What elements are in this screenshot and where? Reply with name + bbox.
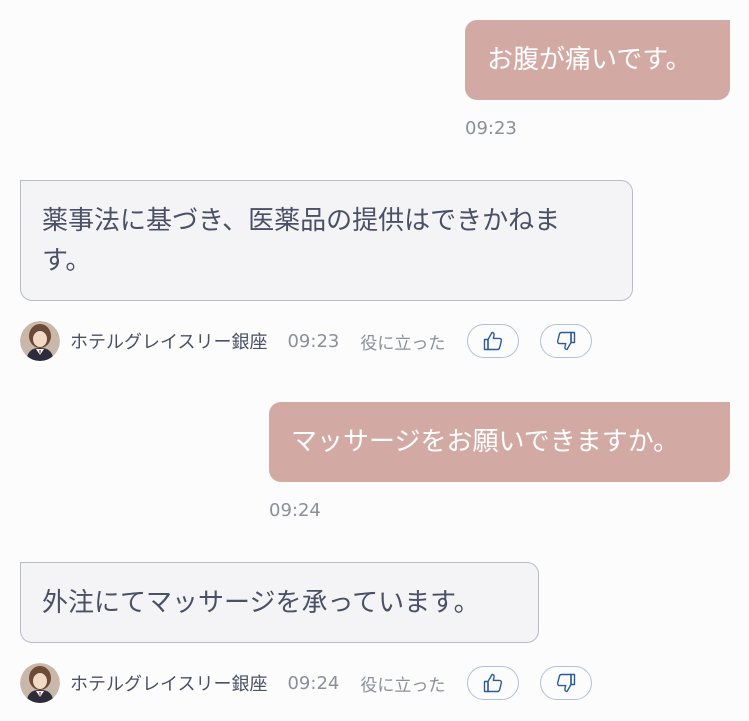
thumbs-up-icon	[484, 331, 503, 351]
user-message-bubble: マッサージをお願いできますか。	[269, 402, 730, 482]
sender-name: ホテルグレイスリー銀座	[70, 332, 268, 353]
thumbs-up-icon	[484, 673, 503, 693]
user-message-text: お腹が痛いです。	[487, 45, 692, 75]
avatar	[20, 663, 60, 703]
thumbs-down-icon	[557, 331, 576, 351]
bot-message-meta: ホテルグレイスリー銀座 09:24 役に立った	[20, 663, 593, 703]
chat-thread: お腹が痛いです。 09:23 薬事法に基づき、医薬品の提供はできかねま す。 ホ…	[0, 0, 749, 721]
bot-message-line: 薬事法に基づき、医薬品の提供はできかねま	[42, 206, 561, 236]
bot-message-meta: ホテルグレイスリー銀座 09:23 役に立った	[20, 321, 593, 361]
user-message-bubble: お腹が痛いです。	[465, 20, 730, 100]
bot-message-line: す。	[42, 246, 92, 276]
thumbs-up-button[interactable]	[467, 324, 520, 358]
bot-message-bubble: 外注にてマッサージを承っています。	[20, 562, 539, 643]
user-message-time: 09:23	[465, 118, 517, 139]
helpful-label: 役に立った	[360, 675, 446, 696]
sender-name: ホテルグレイスリー銀座	[70, 674, 268, 695]
bot-message-time: 09:23	[287, 330, 340, 352]
user-message-text: マッサージをお願いできますか。	[291, 427, 680, 457]
thumbs-up-button[interactable]	[467, 666, 520, 700]
thumbs-down-button[interactable]	[540, 324, 593, 358]
thumbs-down-button[interactable]	[540, 666, 593, 700]
bot-message-time: 09:24	[287, 672, 340, 694]
helpful-label: 役に立った	[360, 333, 446, 354]
avatar	[20, 321, 60, 361]
bot-message-bubble: 薬事法に基づき、医薬品の提供はできかねま す。	[20, 180, 633, 301]
user-message-time: 09:24	[269, 500, 321, 521]
bot-message-line: 外注にてマッサージを承っています。	[42, 588, 480, 618]
thumbs-down-icon	[557, 673, 576, 693]
